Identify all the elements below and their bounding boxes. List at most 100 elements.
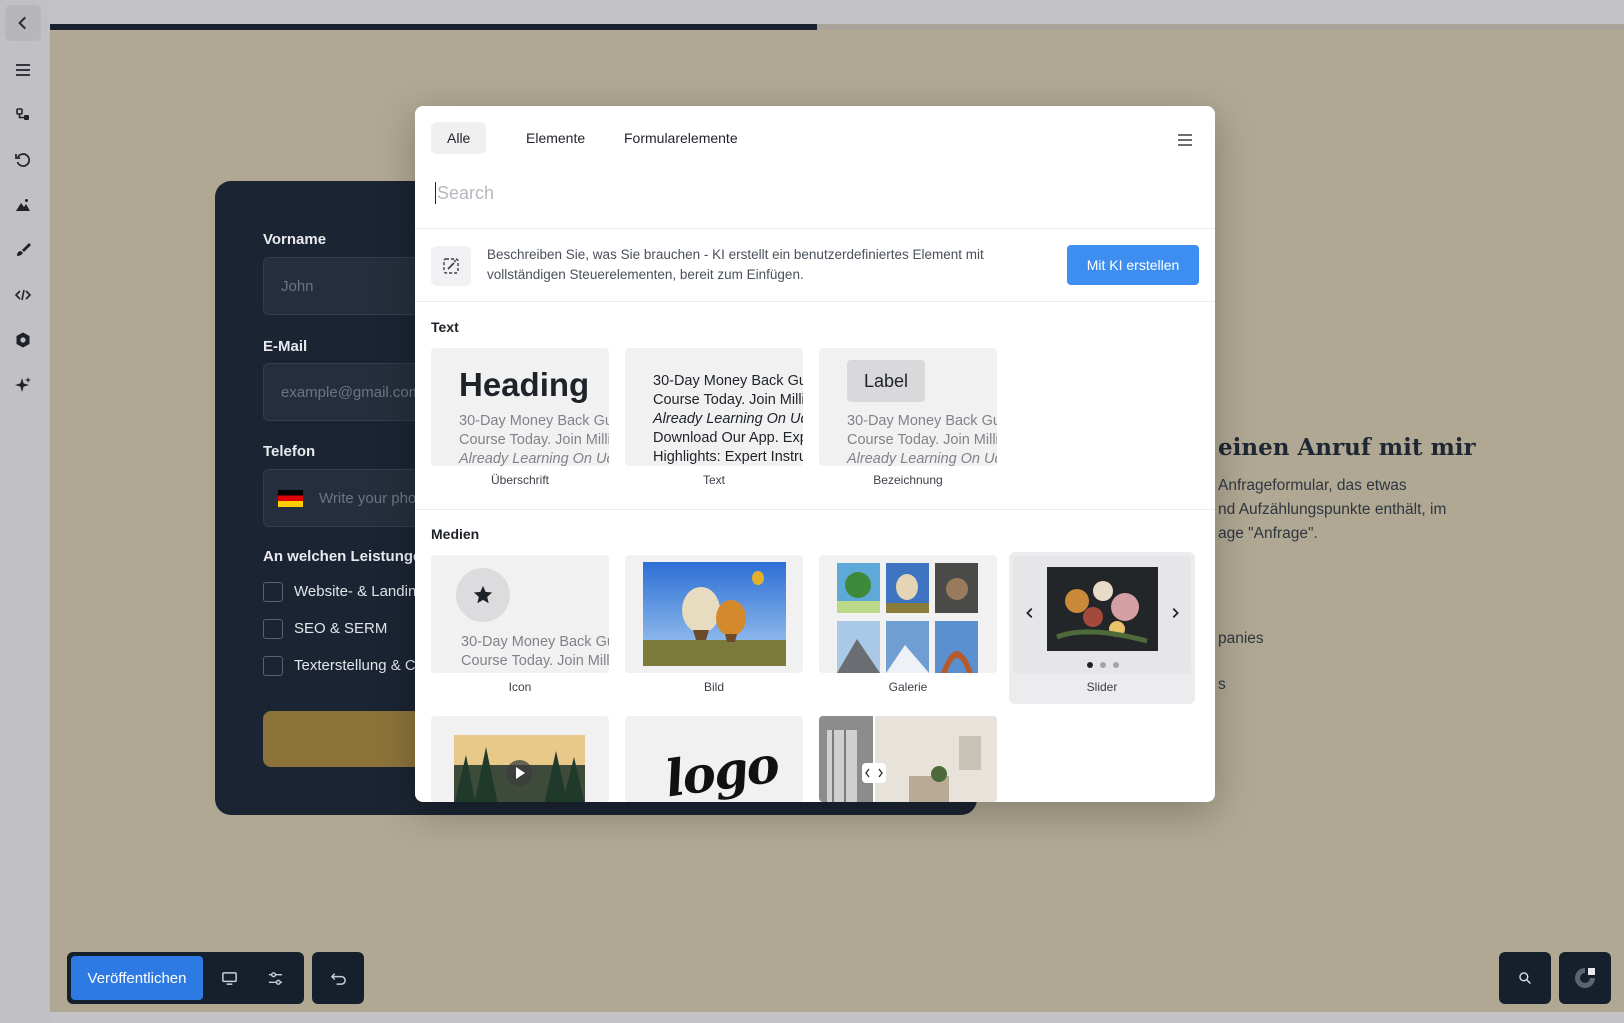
- media-button[interactable]: [9, 191, 37, 219]
- video-thumbnail: [454, 735, 585, 802]
- settings-sliders-button[interactable]: [261, 964, 289, 992]
- divider: [415, 509, 1215, 510]
- brush-icon: [17, 243, 31, 256]
- hamburger-icon: [1178, 134, 1192, 146]
- tile-caption: Text: [702, 473, 725, 487]
- service-checkbox-label: SEO & SERM: [294, 620, 388, 637]
- element-tile-text[interactable]: 30-Day Money Back Gu Course Today. Join …: [625, 348, 803, 466]
- tile-caption: Überschrift: [490, 473, 549, 487]
- undo-icon: [330, 972, 346, 985]
- label-chip-sample: Label: [847, 360, 925, 402]
- view-menu-button[interactable]: [1173, 128, 1197, 152]
- image-icon: [16, 199, 30, 211]
- sample-line: Already Learning On Ud: [847, 451, 997, 466]
- service-checkbox[interactable]: [263, 656, 283, 676]
- desktop-icon: [221, 971, 237, 985]
- slider-preview: [1013, 556, 1191, 674]
- element-tile-before-after[interactable]: [819, 716, 997, 802]
- email-label: E-Mail: [263, 338, 308, 355]
- service-checkbox-label: Texterstellung & C: [294, 657, 416, 674]
- service-checkbox[interactable]: [263, 619, 283, 639]
- service-checkbox[interactable]: [263, 582, 283, 602]
- code-button[interactable]: [9, 281, 37, 309]
- sample-line: Already Learning On Ud: [459, 451, 609, 466]
- ai-button[interactable]: [9, 371, 37, 399]
- heading-sample: Heading: [459, 366, 590, 403]
- chevron-left-icon: [18, 16, 26, 30]
- sample-line: 30-Day Money Back Gu: [653, 373, 803, 389]
- tile-caption: Bild: [703, 680, 724, 694]
- sample-line: Course Today. Join Milli: [459, 432, 609, 448]
- gallery-image: [837, 563, 978, 673]
- left-rail: [0, 0, 50, 1023]
- service-checkbox-label: Website- & Landin: [294, 583, 417, 600]
- create-with-ai-button[interactable]: Mit KI erstellen: [1067, 245, 1199, 285]
- section-title-text: Text: [431, 319, 459, 335]
- element-tile-logo[interactable]: logo: [625, 716, 803, 802]
- search-input[interactable]: Search: [435, 176, 1195, 210]
- top-bar: [50, 0, 1624, 24]
- sliders-icon: [268, 971, 282, 985]
- sample-line: 30-Day Money Back Gu: [847, 413, 997, 429]
- search-icon: [1519, 972, 1531, 984]
- section-text-line: age "Anfrage".: [1218, 525, 1318, 542]
- element-tile-video[interactable]: [431, 716, 609, 802]
- menu-button[interactable]: [9, 56, 37, 84]
- slide-image: [1047, 567, 1158, 651]
- section-text-line: Anfrageformular, das etwas: [1218, 477, 1407, 494]
- layers-icon: [16, 108, 29, 120]
- section-text-line: nd Aufzählungspunkte enthält, im: [1218, 501, 1447, 518]
- first-name-label: Vorname: [263, 231, 327, 248]
- search-button[interactable]: [1499, 952, 1551, 1004]
- undo-button[interactable]: [312, 952, 364, 1004]
- germany-flag-icon[interactable]: [278, 489, 303, 507]
- sample-line: Course Today. Join Milli: [847, 432, 997, 448]
- element-tile-icon[interactable]: 30-Day Money Back Gu Course Today. Join …: [431, 555, 609, 673]
- add-element-modal: Alle Elemente Formularelemente Search Be…: [415, 106, 1215, 802]
- brand-button[interactable]: [1559, 952, 1611, 1004]
- sample-line: Download Our App. Exp: [653, 430, 803, 446]
- canvas-bottom-strip: [50, 1012, 1624, 1023]
- element-tile-label[interactable]: Label 30-Day Money Back Gu Course Today.…: [819, 348, 997, 466]
- slider-dots: [1087, 662, 1119, 668]
- tab-all[interactable]: Alle: [431, 122, 487, 154]
- tile-caption: Bezeichnung: [873, 473, 943, 487]
- element-tile-gallery[interactable]: [819, 555, 997, 673]
- desktop-view-button[interactable]: [215, 964, 243, 992]
- ai-wand-icon-box: [431, 246, 471, 286]
- sample-line: 30-Day Money Back Gu: [461, 634, 609, 650]
- element-tile-heading[interactable]: Heading 30-Day Money Back Gu Course Toda…: [431, 348, 609, 466]
- chevron-right-icon: [1172, 608, 1179, 618]
- ai-wand-icon: [443, 258, 459, 274]
- first-name-placeholder: John: [281, 277, 314, 295]
- history-button[interactable]: [9, 146, 37, 174]
- element-tile-slider-selected[interactable]: Slider: [1009, 552, 1195, 704]
- icon-sample-circle: [456, 568, 510, 622]
- bullet-fragment: s: [1218, 676, 1226, 693]
- tile-caption: Icon: [508, 680, 532, 694]
- logo-sample: logo: [661, 734, 782, 802]
- ai-description: Beschreiben Sie, was Sie brauchen - KI e…: [487, 247, 984, 282]
- section-title: einen Anruf mit mir: [1218, 434, 1476, 461]
- layers-button[interactable]: [9, 101, 37, 129]
- sample-line: Highlights: Expert Instru: [653, 449, 803, 465]
- tile-caption: Galerie: [888, 680, 928, 694]
- code-icon: [14, 289, 32, 301]
- divider: [415, 301, 1215, 302]
- chevron-left-icon: [1026, 608, 1033, 618]
- style-button[interactable]: [9, 236, 37, 264]
- section-title-media: Medien: [431, 526, 480, 542]
- tab-form-elements[interactable]: Formularelemente: [608, 122, 754, 154]
- tab-elements[interactable]: Elemente: [510, 122, 601, 154]
- services-label: An welchen Leistungen: [263, 548, 431, 565]
- settings-button[interactable]: [9, 326, 37, 354]
- bottom-toolbar: Veröffentlichen: [67, 952, 304, 1004]
- search-placeholder: Search: [437, 182, 495, 203]
- history-icon: [15, 153, 30, 167]
- publish-button[interactable]: Veröffentlichen: [71, 956, 203, 1000]
- brand-icon: [1575, 968, 1595, 988]
- back-button[interactable]: [5, 5, 41, 41]
- star-icon: [473, 585, 493, 604]
- element-tile-image[interactable]: [625, 555, 803, 673]
- email-placeholder: example@gmail.com: [281, 383, 422, 401]
